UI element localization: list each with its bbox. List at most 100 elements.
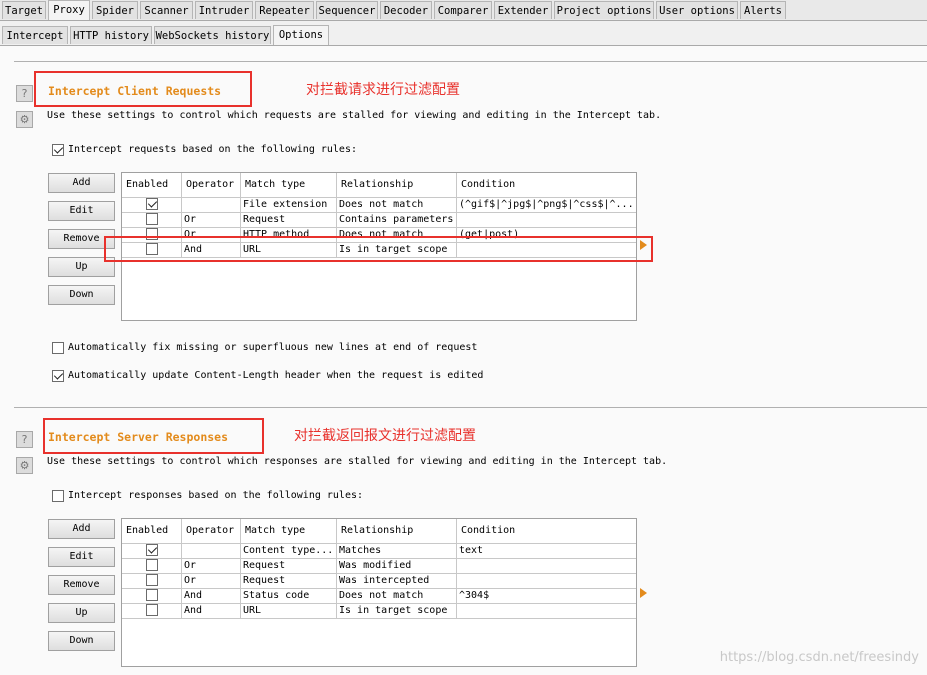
match-type-cell: URL bbox=[241, 603, 337, 618]
enabled-cell bbox=[122, 558, 182, 573]
relationship-cell: Does not match bbox=[337, 197, 457, 212]
column-header[interactable]: Enabled bbox=[122, 519, 182, 543]
enabled-checkbox[interactable] bbox=[146, 589, 158, 601]
client-description: Use these settings to control which requ… bbox=[47, 110, 662, 121]
enabled-cell bbox=[122, 588, 182, 603]
watermark: https://blog.csdn.net/freesindy bbox=[719, 650, 919, 665]
edit-button[interactable]: Edit bbox=[48, 201, 115, 221]
column-header[interactable]: Condition bbox=[457, 519, 636, 543]
column-header[interactable]: Condition bbox=[457, 173, 636, 197]
down-button[interactable]: Down bbox=[48, 285, 115, 305]
table-row[interactable]: File extension Does not match (^gif$|^jpg$… bbox=[122, 197, 636, 213]
help-icon[interactable]: ? bbox=[16, 85, 33, 102]
column-header[interactable]: Relationship bbox=[337, 519, 457, 543]
gear-icon[interactable]: ⚙ bbox=[16, 111, 33, 128]
tab-user-options[interactable]: User options bbox=[656, 1, 738, 19]
help-icon[interactable]: ? bbox=[16, 431, 33, 448]
main-tab-bar: Target Proxy Spider Scanner Intruder Rep… bbox=[0, 0, 927, 21]
client-annotation: 对拦截请求进行过滤配置 bbox=[306, 82, 460, 98]
enabled-checkbox[interactable] bbox=[146, 213, 158, 225]
column-header[interactable]: Relationship bbox=[337, 173, 457, 197]
relationship-cell: Does not match bbox=[337, 588, 457, 603]
intercept-responses-label: Intercept responses based on the followi… bbox=[68, 490, 364, 501]
table-header: Enabled Operator Match type Relationship… bbox=[122, 519, 636, 544]
enabled-checkbox[interactable] bbox=[146, 559, 158, 571]
match-type-cell: Content type... bbox=[241, 543, 337, 558]
column-header[interactable]: Operator bbox=[182, 519, 241, 543]
tab-decoder[interactable]: Decoder bbox=[380, 1, 432, 19]
tab-http-history[interactable]: HTTP history bbox=[70, 26, 152, 44]
tab-target[interactable]: Target bbox=[2, 1, 46, 19]
tab-intruder[interactable]: Intruder bbox=[195, 1, 253, 19]
server-rules-table: Enabled Operator Match type Relationship… bbox=[121, 518, 637, 667]
operator-cell: And bbox=[182, 588, 241, 603]
column-header[interactable]: Enabled bbox=[122, 173, 182, 197]
tab-alerts[interactable]: Alerts bbox=[740, 1, 786, 19]
tab-scanner[interactable]: Scanner bbox=[140, 1, 193, 19]
tab-sequencer[interactable]: Sequencer bbox=[316, 1, 378, 19]
add-button[interactable]: Add bbox=[48, 519, 115, 539]
intercept-requests-checkbox[interactable] bbox=[52, 144, 64, 156]
add-button[interactable]: Add bbox=[48, 173, 115, 193]
remove-button[interactable]: Remove bbox=[48, 575, 115, 595]
arrow-icon bbox=[640, 240, 647, 250]
tab-options[interactable]: Options bbox=[273, 25, 329, 45]
tab-repeater[interactable]: Repeater bbox=[255, 1, 314, 19]
tab-websockets-history[interactable]: WebSockets history bbox=[154, 26, 271, 44]
match-type-cell: Request bbox=[241, 558, 337, 573]
operator-cell: Or bbox=[182, 212, 241, 227]
match-type-cell: Request bbox=[241, 212, 337, 227]
table-header: Enabled Operator Match type Relationship… bbox=[122, 173, 636, 198]
enabled-cell bbox=[122, 212, 182, 227]
tab-extender[interactable]: Extender bbox=[494, 1, 552, 19]
gear-icon[interactable]: ⚙ bbox=[16, 457, 33, 474]
fix-newlines-checkbox[interactable] bbox=[52, 342, 64, 354]
highlight-box bbox=[104, 236, 653, 262]
server-description: Use these settings to control which resp… bbox=[47, 456, 668, 467]
column-header[interactable]: Match type bbox=[241, 519, 337, 543]
proxy-sub-tab-bar: Intercept HTTP history WebSockets histor… bbox=[0, 25, 927, 46]
server-annotation: 对拦截返回报文进行过滤配置 bbox=[294, 428, 476, 444]
tab-proxy[interactable]: Proxy bbox=[48, 0, 90, 20]
table-row[interactable]: Or Request Was intercepted bbox=[122, 573, 636, 589]
enabled-cell bbox=[122, 197, 182, 212]
intercept-responses-checkbox[interactable] bbox=[52, 490, 64, 502]
condition-cell bbox=[457, 558, 636, 573]
section-divider bbox=[14, 61, 927, 62]
down-button[interactable]: Down bbox=[48, 631, 115, 651]
table-row[interactable]: Content type... Matches text bbox=[122, 543, 636, 559]
tab-intercept[interactable]: Intercept bbox=[2, 26, 68, 44]
operator-cell: Or bbox=[182, 573, 241, 588]
enabled-checkbox[interactable] bbox=[146, 604, 158, 616]
table-row[interactable]: Or Request Was modified bbox=[122, 558, 636, 574]
enabled-checkbox[interactable] bbox=[146, 544, 158, 556]
section-divider bbox=[14, 407, 927, 408]
operator-cell bbox=[182, 543, 241, 558]
table-row[interactable]: Or Request Contains parameters bbox=[122, 212, 636, 228]
enabled-cell bbox=[122, 603, 182, 618]
condition-cell bbox=[457, 603, 636, 618]
table-row[interactable]: And URL Is in target scope bbox=[122, 603, 636, 619]
tab-spider[interactable]: Spider bbox=[92, 1, 138, 19]
enabled-cell bbox=[122, 573, 182, 588]
tab-comparer[interactable]: Comparer bbox=[434, 1, 492, 19]
up-button[interactable]: Up bbox=[48, 603, 115, 623]
intercept-requests-label: Intercept requests based on the followin… bbox=[68, 144, 357, 155]
update-content-length-label: Automatically update Content-Length head… bbox=[68, 370, 484, 381]
enabled-checkbox[interactable] bbox=[146, 198, 158, 210]
column-header[interactable]: Match type bbox=[241, 173, 337, 197]
relationship-cell: Was intercepted bbox=[337, 573, 457, 588]
arrow-icon bbox=[640, 588, 647, 598]
fix-newlines-label: Automatically fix missing or superfluous… bbox=[68, 342, 478, 353]
operator-cell: And bbox=[182, 603, 241, 618]
condition-cell: (^gif$|^jpg$|^png$|^css$|^... bbox=[459, 199, 634, 210]
highlight-box bbox=[43, 418, 264, 454]
table-row[interactable]: And Status code Does not match ^304$ bbox=[122, 588, 636, 604]
update-content-length-checkbox[interactable] bbox=[52, 370, 64, 382]
enabled-checkbox[interactable] bbox=[146, 574, 158, 586]
column-header[interactable]: Operator bbox=[182, 173, 241, 197]
condition-cell bbox=[457, 212, 636, 227]
tab-project-options[interactable]: Project options bbox=[554, 1, 654, 19]
condition-cell bbox=[457, 573, 636, 588]
edit-button[interactable]: Edit bbox=[48, 547, 115, 567]
